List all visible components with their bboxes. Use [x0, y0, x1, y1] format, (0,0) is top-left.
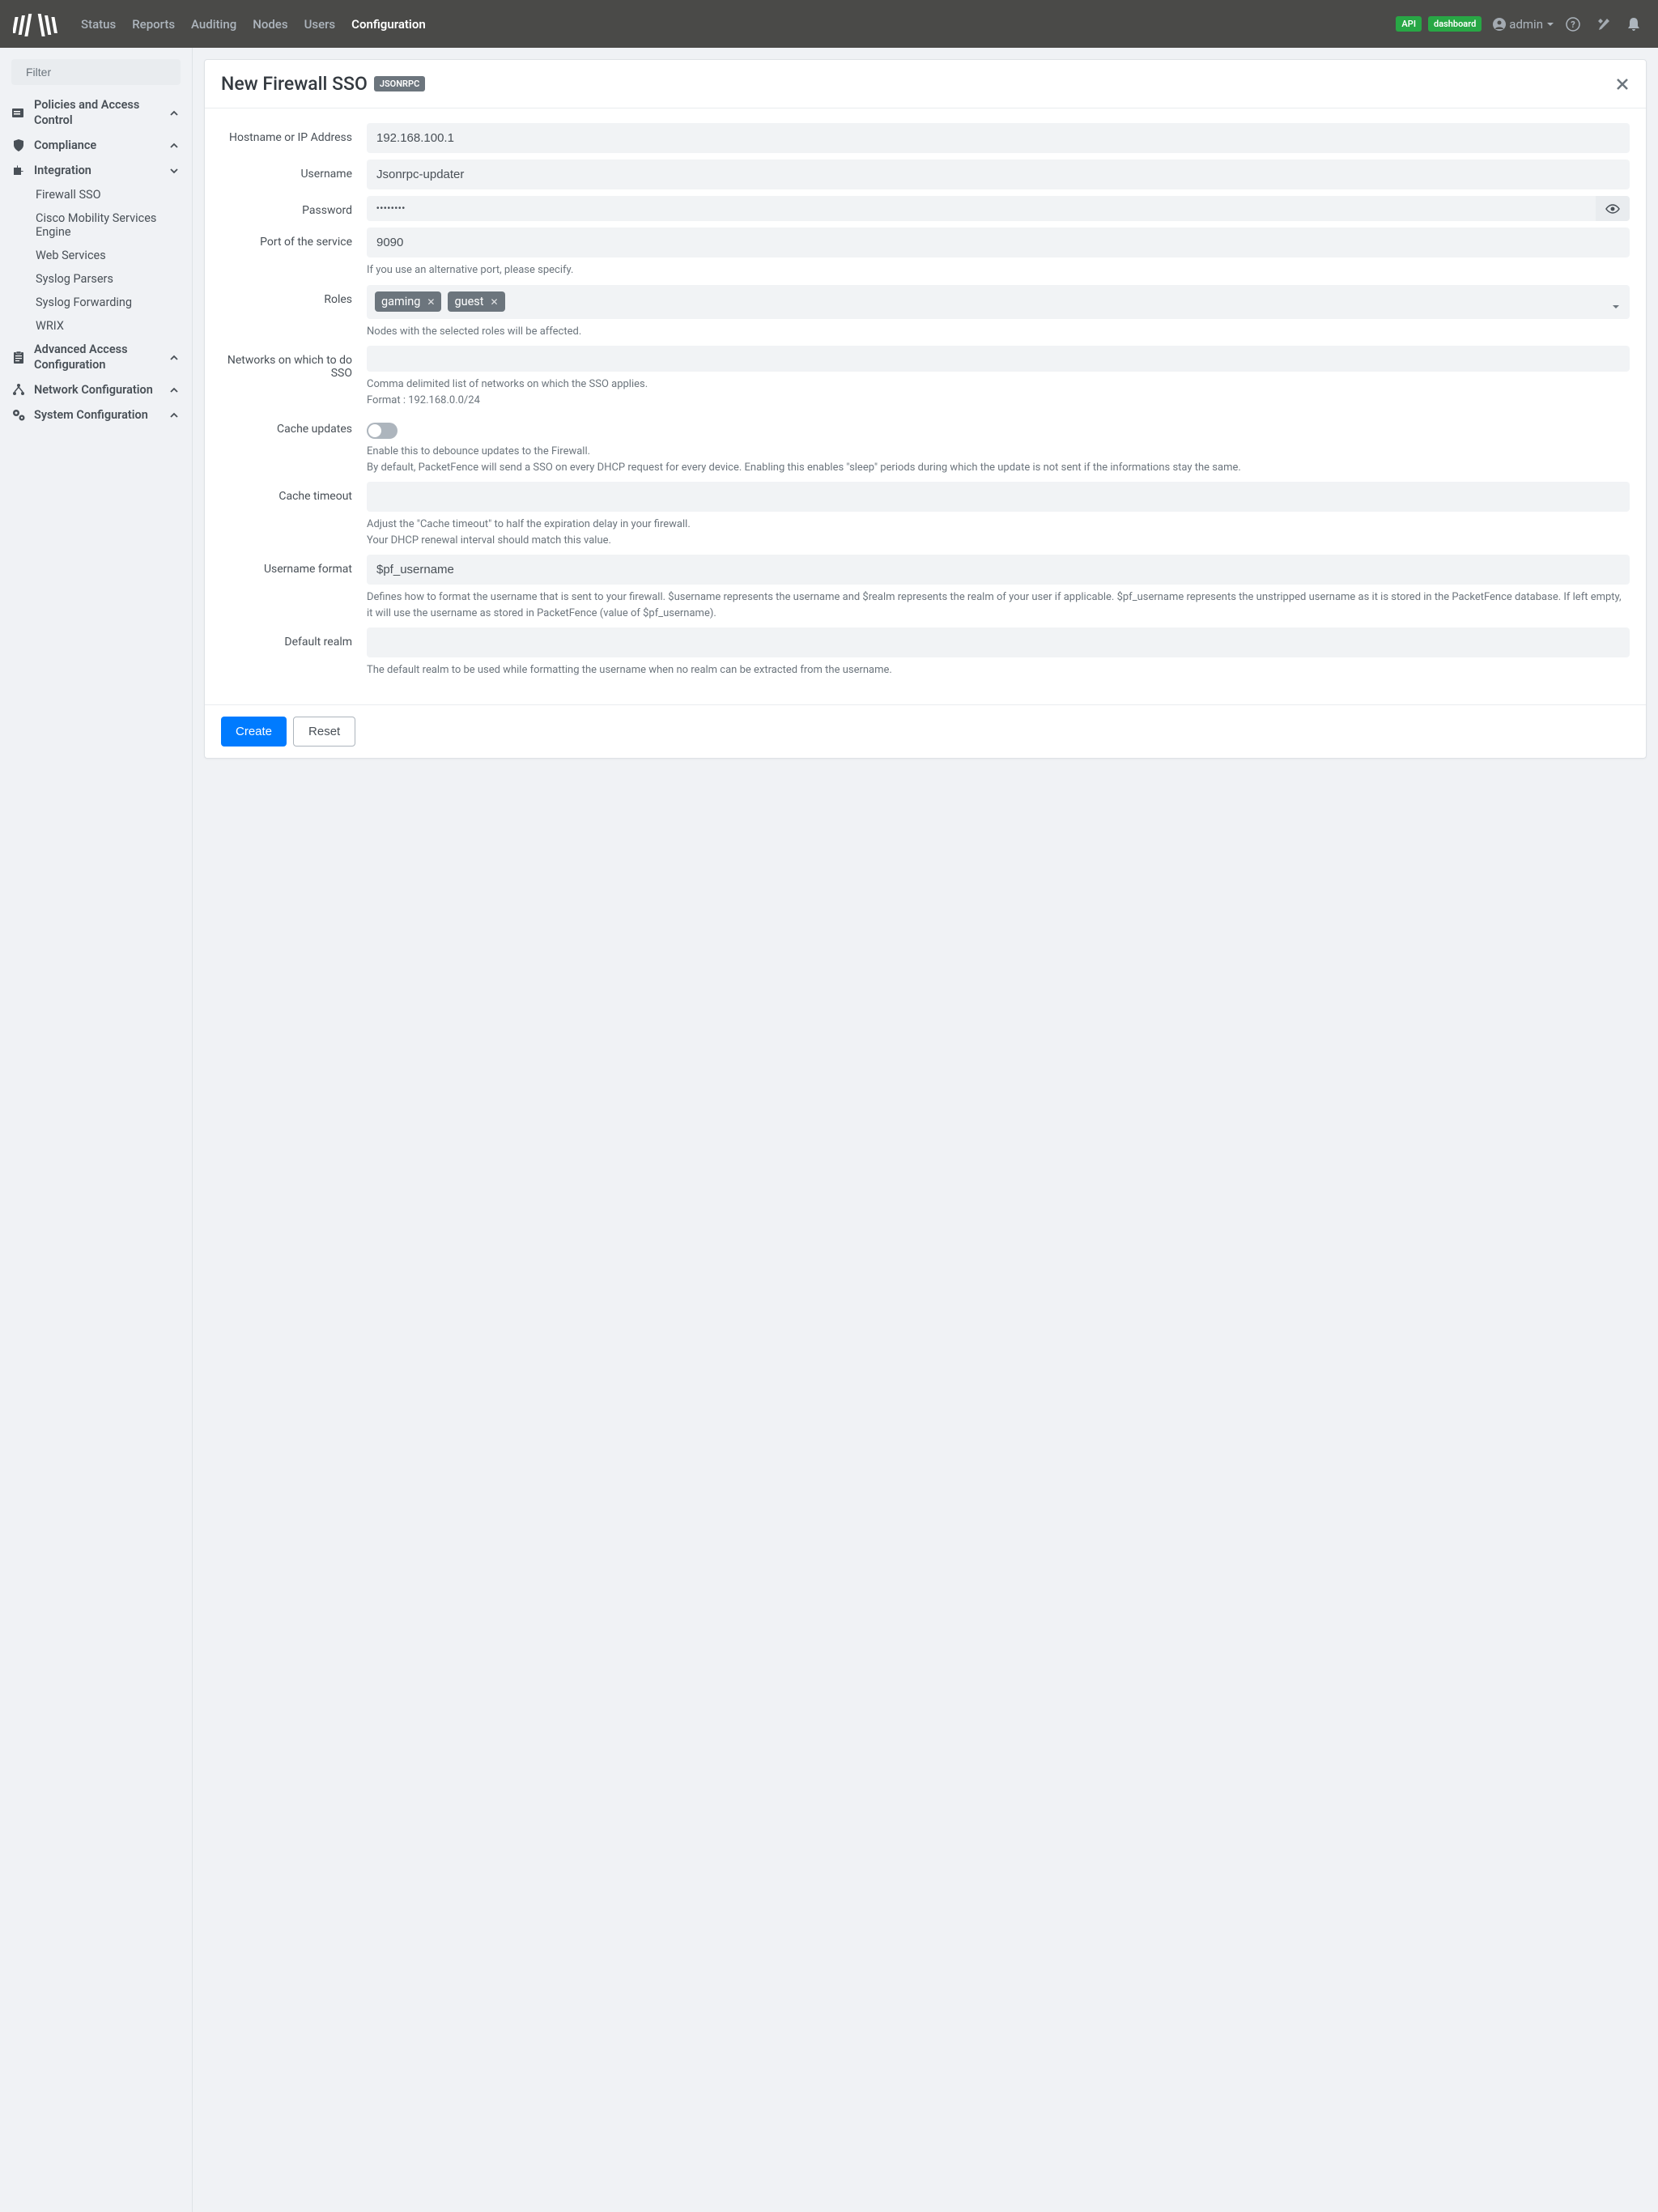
- username-input[interactable]: [367, 160, 1630, 189]
- nav-links: Status Reports Auditing Nodes Users Conf…: [73, 11, 434, 38]
- default-realm-help: The default realm to be used while forma…: [367, 662, 1630, 678]
- chevron-down-icon: [169, 166, 181, 176]
- chevron-up-icon: [169, 353, 181, 363]
- username-format-input[interactable]: [367, 555, 1630, 585]
- cache-updates-help: Enable this to debounce updates to the F…: [367, 444, 1630, 475]
- sidebar-web-services[interactable]: Web Services: [0, 244, 192, 267]
- sidebar-system-config[interactable]: System Configuration: [0, 403, 192, 428]
- user-menu[interactable]: admin: [1493, 17, 1554, 32]
- roles-dropdown-toggle[interactable]: [1612, 303, 1620, 311]
- gears-icon: [11, 408, 28, 423]
- close-icon: [1615, 77, 1630, 91]
- password-label: Password: [221, 196, 367, 221]
- policies-icon: [11, 106, 28, 121]
- username-format-help: Defines how to format the username that …: [367, 589, 1630, 621]
- default-realm-label: Default realm: [221, 627, 367, 678]
- help-icon[interactable]: ?: [1561, 14, 1585, 35]
- nav-auditing[interactable]: Auditing: [183, 11, 244, 38]
- caret-down-icon: [1546, 20, 1554, 28]
- tools-icon[interactable]: [1592, 14, 1616, 35]
- page-title: New Firewall SSO: [221, 73, 368, 95]
- nav-right: API dashboard admin ?: [1396, 14, 1645, 35]
- nav-reports[interactable]: Reports: [124, 11, 183, 38]
- sidebar-syslog-forwarding[interactable]: Syslog Forwarding: [0, 291, 192, 314]
- network-icon: [11, 383, 28, 398]
- user-icon: [1493, 18, 1506, 31]
- networks-input[interactable]: [367, 346, 1630, 372]
- clipboard-icon: [11, 351, 28, 365]
- port-help: If you use an alternative port, please s…: [367, 262, 1630, 279]
- sidebar-network-config[interactable]: Network Configuration: [0, 378, 192, 403]
- svg-text:?: ?: [1571, 19, 1575, 30]
- hostname-input[interactable]: [367, 123, 1630, 153]
- sidebar-advanced-access[interactable]: Advanced Access Configuration: [0, 338, 192, 378]
- top-nav: Status Reports Auditing Nodes Users Conf…: [0, 0, 1658, 48]
- reset-button[interactable]: Reset: [293, 717, 355, 747]
- roles-label: Roles: [221, 285, 367, 340]
- nav-users[interactable]: Users: [296, 11, 344, 38]
- chevron-up-icon: [169, 141, 181, 151]
- roles-input[interactable]: gaming✕ guest✕: [367, 285, 1630, 319]
- close-button[interactable]: [1615, 77, 1630, 91]
- shield-icon: [11, 138, 28, 153]
- port-label: Port of the service: [221, 228, 367, 279]
- sidebar: Policies and Access Control Compliance I…: [0, 48, 193, 2212]
- eye-icon: [1605, 202, 1620, 216]
- cache-timeout-help: Adjust the "Cache timeout" to half the e…: [367, 517, 1630, 548]
- logo: [13, 11, 58, 38]
- chevron-up-icon: [169, 410, 181, 420]
- username-format-label: Username format: [221, 555, 367, 621]
- networks-help: Comma delimited list of networks on whic…: [367, 376, 1630, 408]
- create-button[interactable]: Create: [221, 717, 287, 747]
- password-input[interactable]: [367, 196, 1596, 221]
- sidebar-compliance[interactable]: Compliance: [0, 134, 192, 159]
- toggle-password-visibility[interactable]: [1596, 196, 1630, 221]
- chevron-up-icon: [169, 385, 181, 395]
- card-header: New Firewall SSO JSONRPC: [205, 60, 1646, 108]
- cache-timeout-label: Cache timeout: [221, 482, 367, 548]
- roles-help: Nodes with the selected roles will be af…: [367, 324, 1630, 340]
- cache-updates-label: Cache updates: [221, 415, 367, 475]
- card-footer: Create Reset: [205, 704, 1646, 758]
- hostname-label: Hostname or IP Address: [221, 123, 367, 153]
- role-chip-gaming: gaming✕: [375, 291, 441, 312]
- sidebar-cisco-mse[interactable]: Cisco Mobility Services Engine: [0, 206, 192, 244]
- form-card: New Firewall SSO JSONRPC Hostname or IP …: [204, 59, 1647, 759]
- username-label: Username: [221, 160, 367, 189]
- caret-down-icon: [1612, 303, 1620, 311]
- nav-status[interactable]: Status: [73, 11, 124, 38]
- main-content: New Firewall SSO JSONRPC Hostname or IP …: [193, 48, 1658, 2212]
- port-input[interactable]: [367, 228, 1630, 257]
- role-chip-guest: guest✕: [448, 291, 504, 312]
- puzzle-icon: [11, 164, 28, 178]
- filter-box[interactable]: [11, 59, 181, 85]
- api-badge[interactable]: API: [1396, 16, 1422, 32]
- nav-nodes[interactable]: Nodes: [244, 11, 295, 38]
- sidebar-wrix[interactable]: WRIX: [0, 314, 192, 338]
- chevron-up-icon: [169, 108, 181, 118]
- remove-chip-guest[interactable]: ✕: [491, 296, 499, 308]
- default-realm-input[interactable]: [367, 627, 1630, 657]
- sidebar-policies[interactable]: Policies and Access Control: [0, 93, 192, 134]
- sidebar-syslog-parsers[interactable]: Syslog Parsers: [0, 267, 192, 291]
- filter-input[interactable]: [26, 66, 172, 79]
- sidebar-firewall-sso[interactable]: Firewall SSO: [0, 183, 192, 206]
- method-badge: JSONRPC: [374, 76, 425, 91]
- bell-icon[interactable]: [1622, 14, 1645, 35]
- networks-label: Networks on which to do SSO: [221, 346, 367, 408]
- remove-chip-gaming[interactable]: ✕: [427, 296, 435, 308]
- sidebar-integration[interactable]: Integration: [0, 159, 192, 184]
- nav-configuration[interactable]: Configuration: [343, 11, 434, 38]
- dashboard-badge[interactable]: dashboard: [1428, 16, 1482, 32]
- cache-timeout-input[interactable]: [367, 482, 1630, 512]
- user-name: admin: [1509, 17, 1543, 32]
- cache-updates-toggle[interactable]: [367, 423, 397, 439]
